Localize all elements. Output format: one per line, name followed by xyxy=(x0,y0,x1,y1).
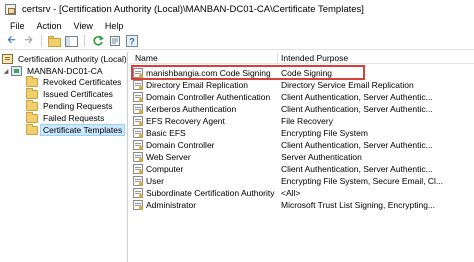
template-purpose: Client Authentication, Server Authentic.… xyxy=(281,104,433,114)
table-row[interactable]: Kerberos Authentication Client Authentic… xyxy=(129,103,474,115)
ca-server-icon xyxy=(11,66,22,76)
menu-file[interactable]: File xyxy=(4,21,31,31)
details-pane: Name Intended Purpose manishbangia.com C… xyxy=(129,52,474,262)
template-name: Domain Controller Authentication xyxy=(146,92,271,102)
template-name: Subordinate Certification Authority xyxy=(146,188,275,198)
table-row[interactable]: Domain Controller Client Authentication,… xyxy=(129,139,474,151)
folder-icon xyxy=(26,123,38,135)
menu-help[interactable]: Help xyxy=(99,21,130,31)
certsrv-app-icon xyxy=(5,3,16,15)
template-purpose: Directory Service Email Replication xyxy=(281,80,414,90)
svg-text:?: ? xyxy=(129,37,135,47)
template-purpose: Client Authentication, Server Authentic.… xyxy=(281,140,433,150)
certificate-template-icon xyxy=(133,176,143,186)
forward-arrow-icon[interactable]: 🡢 xyxy=(21,34,36,48)
table-row[interactable]: Computer Client Authentication, Server A… xyxy=(129,163,474,175)
help-icon[interactable]: ? xyxy=(124,34,139,48)
certificate-template-icon xyxy=(133,92,143,102)
certificate-template-icon xyxy=(133,152,143,162)
table-row[interactable]: EFS Recovery Agent File Recovery xyxy=(129,115,474,127)
certificate-template-icon xyxy=(133,140,143,150)
toolbar-separator xyxy=(84,35,85,47)
folder-icon xyxy=(26,75,38,87)
template-name: Kerberos Authentication xyxy=(146,104,237,114)
folder-icon xyxy=(26,111,38,123)
template-purpose: Client Authentication, Server Authentic.… xyxy=(281,92,433,102)
export-list-icon[interactable] xyxy=(107,34,122,48)
certificate-template-icon xyxy=(133,200,143,210)
up-folder-icon[interactable] xyxy=(47,34,62,48)
table-row[interactable]: Administrator Microsoft Trust List Signi… xyxy=(129,199,474,211)
template-name: User xyxy=(146,176,164,186)
template-name: Basic EFS xyxy=(146,128,186,138)
highlight-annotation-box xyxy=(131,65,365,80)
menu-action[interactable]: Action xyxy=(31,21,68,31)
tree-folder-label: Certificate Templates xyxy=(39,124,126,136)
template-purpose: <All> xyxy=(281,188,301,198)
toolbar-separator xyxy=(41,35,42,47)
column-header-intended-purpose[interactable]: Intended Purpose xyxy=(281,53,348,63)
folder-icon xyxy=(26,99,38,111)
tree-item-root[interactable]: Certification Authority (Local) xyxy=(2,53,129,65)
column-divider[interactable] xyxy=(277,53,278,63)
certificate-template-icon xyxy=(133,188,143,198)
tree-item-pending-requests[interactable]: Pending Requests xyxy=(26,99,114,112)
tree-ca-label: MANBAN-DC01-CA xyxy=(27,66,103,76)
certificate-template-icon xyxy=(133,116,143,126)
table-row[interactable]: Directory Email Replication Directory Se… xyxy=(129,79,474,91)
template-name: EFS Recovery Agent xyxy=(146,116,225,126)
table-row[interactable]: Web Server Server Authentication xyxy=(129,151,474,163)
refresh-icon[interactable] xyxy=(90,34,105,48)
column-header-name[interactable]: Name xyxy=(135,53,158,63)
show-hide-tree-icon[interactable] xyxy=(64,34,79,48)
template-name: Web Server xyxy=(146,152,191,162)
tree-item-failed-requests[interactable]: Failed Requests xyxy=(26,111,106,124)
tree-folder-label: Failed Requests xyxy=(43,113,105,123)
template-name: Directory Email Replication xyxy=(146,80,249,90)
menu-bar: File Action View Help xyxy=(0,18,474,33)
table-row[interactable]: Basic EFS Encrypting File System xyxy=(129,127,474,139)
template-name: Administrator xyxy=(146,200,197,210)
template-purpose: Client Authentication, Server Authentic.… xyxy=(281,164,433,174)
tree-item-revoked-certificates[interactable]: Revoked Certificates xyxy=(26,75,123,88)
tree-item-issued-certificates[interactable]: Issued Certificates xyxy=(26,87,115,100)
template-purpose: Server Authentication xyxy=(281,152,362,162)
list-header: Name Intended Purpose xyxy=(129,52,474,64)
template-purpose: Encrypting File System xyxy=(281,128,368,138)
template-purpose: Encrypting File System, Secure Email, Cl… xyxy=(281,176,444,186)
tree-folder-label: Issued Certificates xyxy=(43,89,113,99)
menu-view[interactable]: View xyxy=(68,21,99,31)
certification-authority-icon xyxy=(2,54,13,64)
certificate-template-icon xyxy=(133,80,143,90)
certificate-template-icon xyxy=(133,104,143,114)
template-name: Computer xyxy=(146,164,184,174)
template-purpose: File Recovery xyxy=(281,116,333,126)
tree-folder-label: Pending Requests xyxy=(43,101,113,111)
template-purpose: Microsoft Trust List Signing, Encrypting… xyxy=(281,200,436,210)
back-arrow-icon[interactable]: 🡠 xyxy=(4,34,19,48)
console-tree: Certification Authority (Local) ◢ MANBAN… xyxy=(0,52,128,262)
tree-item-certificate-templates[interactable]: Certificate Templates xyxy=(26,123,126,136)
window-title: certsrv - [Certification Authority (Loca… xyxy=(22,3,364,15)
certificate-template-icon xyxy=(133,128,143,138)
title-bar: certsrv - [Certification Authority (Loca… xyxy=(0,0,474,18)
table-row[interactable]: Subordinate Certification Authority <All… xyxy=(129,187,474,199)
folder-icon xyxy=(26,87,38,99)
table-row[interactable]: User Encrypting File System, Secure Emai… xyxy=(129,175,474,187)
tree-root-label: Certification Authority (Local) xyxy=(18,54,127,64)
template-name: Domain Controller xyxy=(146,140,215,150)
certificate-template-icon xyxy=(133,164,143,174)
collapse-chevron-icon[interactable]: ◢ xyxy=(2,68,10,75)
tree-folder-label: Revoked Certificates xyxy=(43,77,122,87)
table-row[interactable]: Domain Controller Authentication Client … xyxy=(129,91,474,103)
toolbar: 🡠 🡢 ? xyxy=(0,33,474,50)
